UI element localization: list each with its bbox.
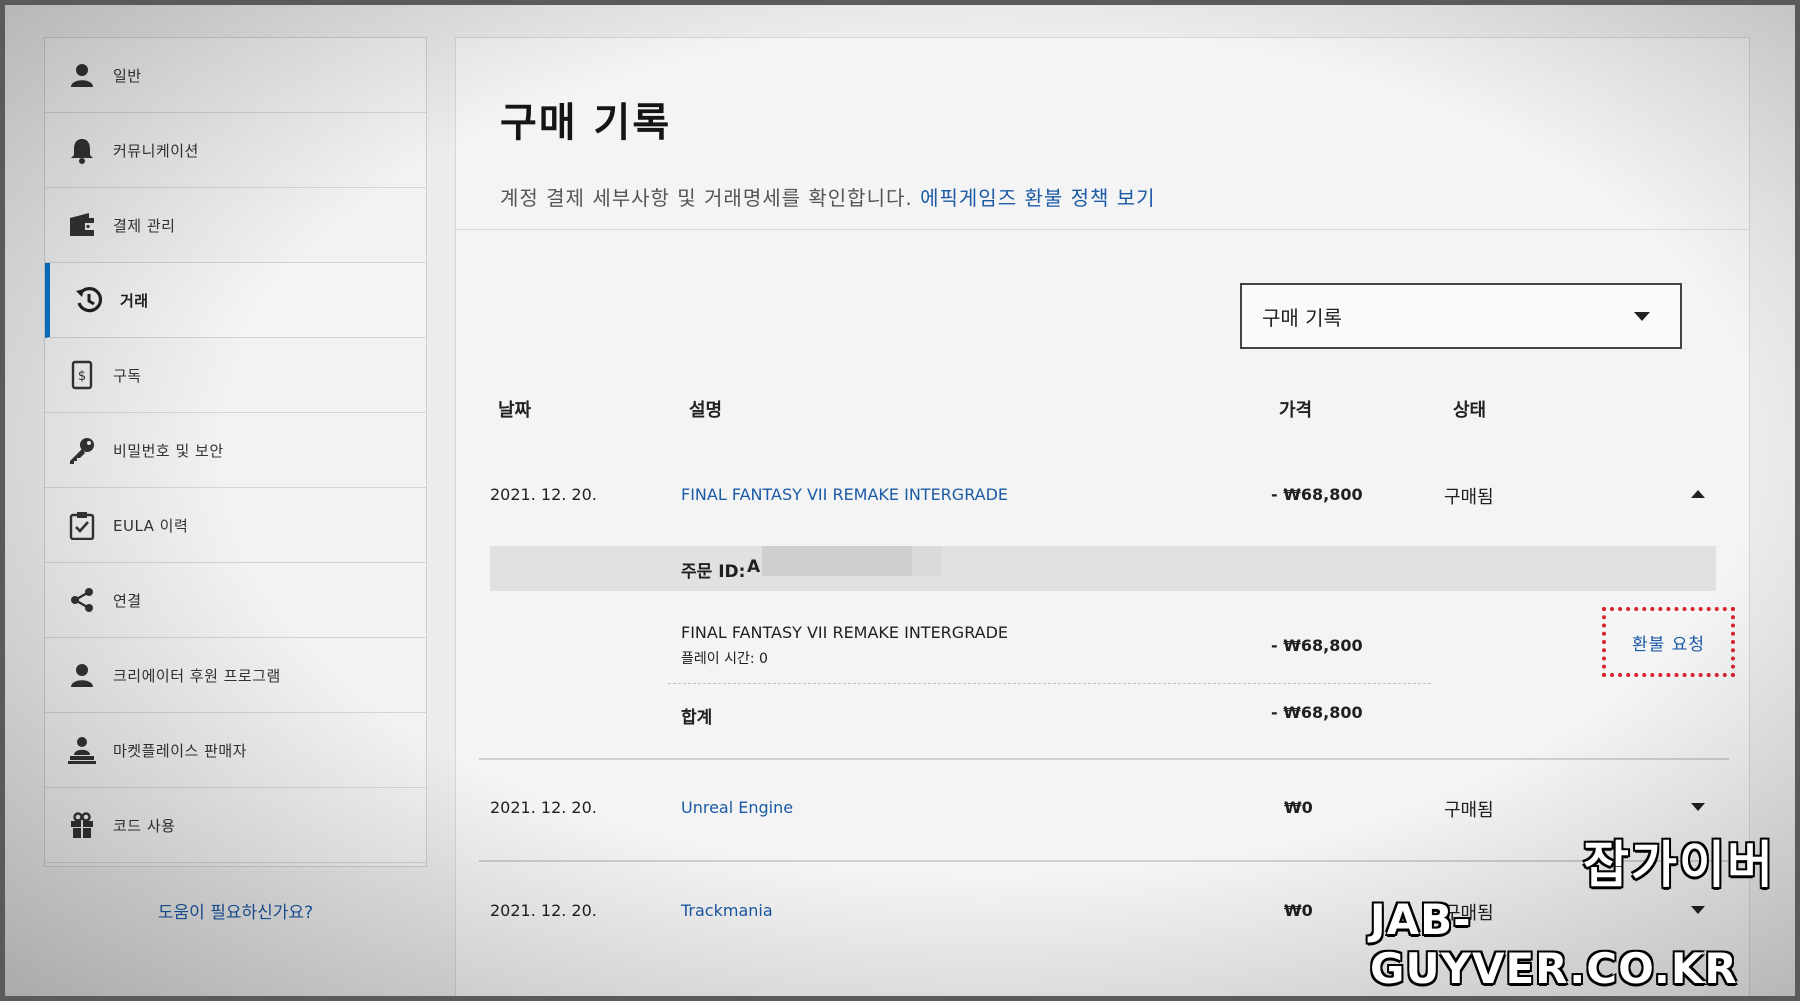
order-id-value: A [747, 557, 761, 577]
watermark-url: JAB-GUYVER.CO.KR [1370, 895, 1738, 993]
bell-icon [65, 133, 99, 167]
subtitle-text: 계정 결제 세부사항 및 거래명세를 확인합니다. [500, 186, 913, 210]
transactions-panel: 구매 기록 계정 결제 세부사항 및 거래명세를 확인합니다. 에픽게임즈 환불… [455, 37, 1750, 996]
expand-row-icon[interactable] [1691, 803, 1705, 811]
sidebar-item-label: 결제 관리 [113, 216, 176, 235]
wallet-icon [65, 208, 99, 242]
page-title: 구매 기록 [500, 100, 672, 146]
clipboard-check-icon [65, 508, 99, 542]
sidebar-item-redeem-code[interactable]: 코드 사용 [45, 788, 426, 863]
help-link[interactable]: 도움이 필요하신가요? [44, 898, 427, 923]
sidebar-item-payment[interactable]: 결제 관리 [45, 188, 426, 263]
row-date: 2021. 12. 20. [490, 901, 597, 920]
seller-icon [65, 733, 99, 767]
sidebar-item-label: 코드 사용 [113, 816, 176, 835]
sidebar-item-communication[interactable]: 커뮤니케이션 [45, 113, 426, 188]
total-label: 합계 [681, 708, 713, 728]
row-status: 구매됨 [1444, 800, 1494, 821]
detail-divider [668, 683, 1431, 684]
sidebar-item-label: 구독 [113, 366, 142, 385]
row-divider [479, 860, 1729, 862]
row-date: 2021. 12. 20. [490, 485, 597, 504]
detail-item-name: FINAL FANTASY VII REMAKE INTERGRADE [681, 623, 1009, 642]
detail-playtime: 플레이 시간: 0 [681, 651, 768, 667]
screenshot-frame: 일반 커뮤니케이션 결제 관리 거래 $ 구독 비밀번호 및 보안 EULA 이… [5, 5, 1795, 996]
settings-sidebar: 일반 커뮤니케이션 결제 관리 거래 $ 구독 비밀번호 및 보안 EULA 이… [44, 37, 427, 867]
sidebar-item-label: 마켓플레이스 판매자 [113, 741, 247, 760]
total-price: - ₩68,800 [1271, 703, 1363, 722]
key-icon [65, 433, 99, 467]
sidebar-item-label: EULA 이력 [113, 516, 189, 535]
history-icon [72, 283, 106, 317]
sidebar-item-connections[interactable]: 연결 [45, 563, 426, 638]
user-icon [65, 58, 99, 92]
column-header-date: 날짜 [498, 400, 532, 421]
share-icon [65, 583, 99, 617]
page-subtitle: 계정 결제 세부사항 및 거래명세를 확인합니다. 에픽게임즈 환불 정책 보기 [500, 182, 1749, 211]
select-value: 구매 기록 [1262, 305, 1342, 330]
row-status: 구매됨 [1444, 487, 1494, 508]
watermark-korean: 잡가이버 [1583, 836, 1775, 894]
row-date: 2021. 12. 20. [490, 798, 597, 817]
sidebar-item-label: 비밀번호 및 보안 [113, 441, 224, 460]
row-price: - ₩68,800 [1271, 485, 1363, 504]
history-type-select[interactable]: 구매 기록 [1240, 283, 1682, 349]
sidebar-item-label: 거래 [120, 291, 149, 310]
receipt-icon: $ [65, 358, 99, 392]
row-divider [479, 758, 1729, 760]
svg-text:$: $ [78, 369, 86, 384]
sidebar-item-label: 커뮤니케이션 [113, 141, 199, 160]
redacted-order-id-fade [912, 546, 942, 576]
chevron-down-icon [1634, 312, 1650, 321]
row-description-link[interactable]: Trackmania [681, 901, 773, 920]
row-price: ₩0 [1284, 901, 1313, 920]
panel-header: 구매 기록 계정 결제 세부사항 및 거래명세를 확인합니다. 에픽게임즈 환불… [456, 38, 1749, 230]
sidebar-item-general[interactable]: 일반 [45, 38, 426, 113]
order-id-label: 주문 ID: [681, 562, 746, 582]
sidebar-item-subscriptions[interactable]: $ 구독 [45, 338, 426, 413]
column-header-price: 가격 [1279, 400, 1313, 421]
order-id-bar: 주문 ID: A [490, 546, 1716, 591]
user-icon [65, 658, 99, 692]
sidebar-item-password-security[interactable]: 비밀번호 및 보안 [45, 413, 426, 488]
collapse-row-icon[interactable] [1691, 490, 1705, 498]
sidebar-item-label: 연결 [113, 591, 142, 610]
sidebar-item-label: 크리에이터 후원 프로그램 [113, 666, 281, 685]
detail-item-price: - ₩68,800 [1271, 636, 1363, 655]
sidebar-item-eula[interactable]: EULA 이력 [45, 488, 426, 563]
refund-request-button[interactable]: 환불 요청 [1632, 630, 1705, 655]
sidebar-item-transactions[interactable]: 거래 [45, 263, 426, 338]
refund-highlight: 환불 요청 [1602, 607, 1735, 677]
gift-icon [65, 808, 99, 842]
sidebar-item-creator-program[interactable]: 크리에이터 후원 프로그램 [45, 638, 426, 713]
sidebar-item-marketplace-seller[interactable]: 마켓플레이스 판매자 [45, 713, 426, 788]
sidebar-item-label: 일반 [113, 66, 142, 85]
row-description-link[interactable]: Unreal Engine [681, 798, 793, 817]
refund-policy-link[interactable]: 에픽게임즈 환불 정책 보기 [920, 186, 1155, 210]
column-header-description: 설명 [689, 400, 723, 421]
row-price: ₩0 [1284, 798, 1313, 817]
redacted-order-id [762, 546, 912, 576]
column-header-status: 상태 [1453, 400, 1487, 421]
row-description-link[interactable]: FINAL FANTASY VII REMAKE INTERGRADE [681, 485, 1008, 504]
